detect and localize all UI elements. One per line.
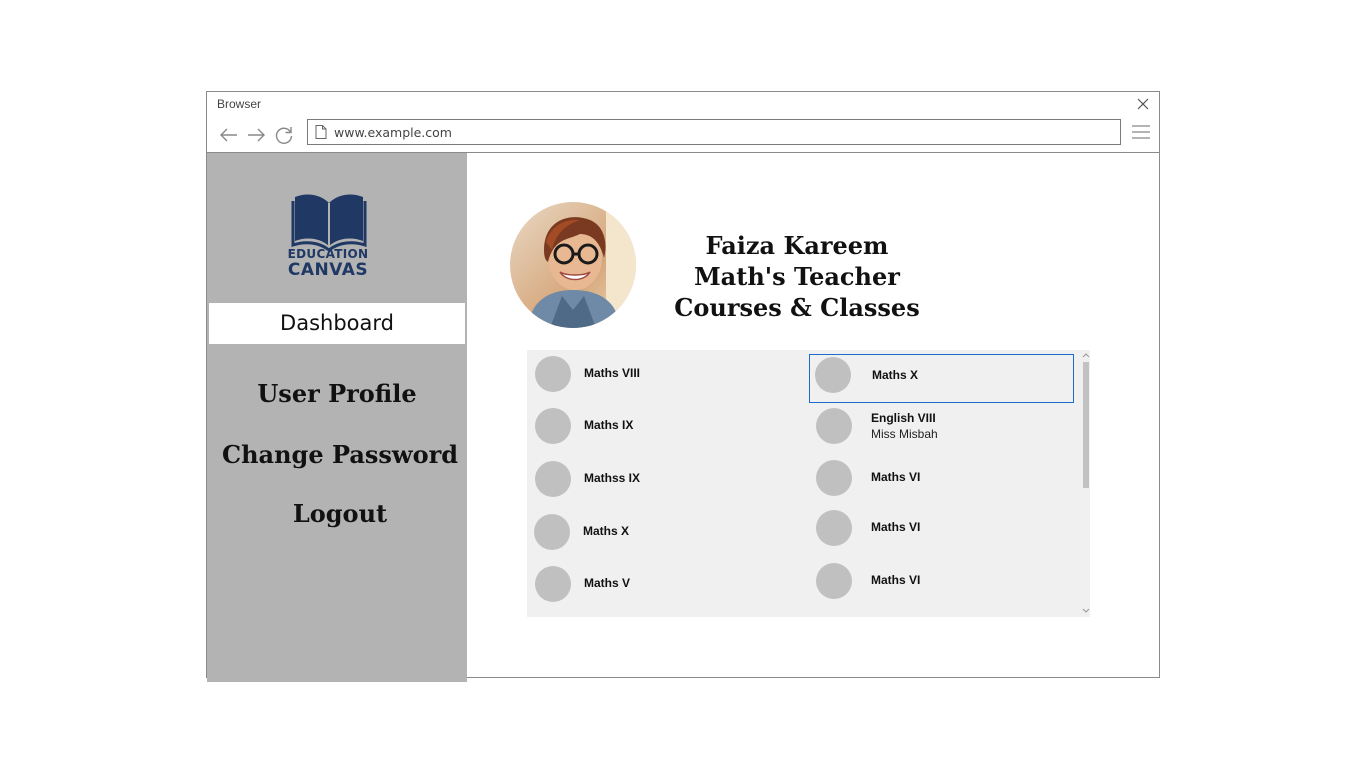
- section-title: Courses & Classes: [674, 293, 920, 322]
- close-icon[interactable]: [1135, 96, 1151, 112]
- course-avatar: [816, 563, 852, 599]
- course-name: Maths VIII: [584, 366, 641, 380]
- teacher-role: Math's Teacher: [694, 262, 900, 291]
- course-item[interactable]: Maths VI: [810, 454, 1072, 502]
- course-avatar: [534, 514, 570, 550]
- hamburger-menu-icon[interactable]: [1131, 123, 1151, 141]
- course-item[interactable]: Mathss IX: [529, 455, 791, 503]
- course-avatar: [535, 566, 571, 602]
- course-name: Maths IX: [584, 418, 634, 432]
- browser-window: Browser www.example.com EDUCATION CANVAS…: [206, 91, 1160, 682]
- course-name: Maths V: [584, 576, 631, 590]
- course-avatar: [535, 356, 571, 392]
- teacher-name: Faiza Kareem: [705, 231, 889, 260]
- course-item[interactable]: Maths VI: [810, 504, 1072, 552]
- course-avatar: [816, 460, 852, 496]
- course-item[interactable]: Maths V: [529, 560, 791, 608]
- back-arrow-icon[interactable]: [218, 124, 240, 146]
- course-item[interactable]: Maths VI: [810, 557, 1072, 605]
- course-item-selected[interactable]: Maths X: [809, 354, 1074, 403]
- logo-text-education: EDUCATION: [287, 247, 369, 261]
- course-name: English VIII: [871, 411, 936, 425]
- scroll-thumb[interactable]: [1083, 362, 1089, 488]
- course-item[interactable]: English VIII Miss Misbah: [810, 402, 1072, 450]
- url-text: www.example.com: [334, 125, 452, 140]
- sidebar: EDUCATION CANVAS Dashboard User Profile …: [207, 153, 467, 682]
- address-bar[interactable]: www.example.com: [307, 119, 1121, 145]
- browser-toolbar: www.example.com: [207, 116, 1159, 153]
- scroll-up-arrow-icon[interactable]: [1082, 351, 1090, 359]
- course-list: Maths VIII Maths IX Mathss IX Maths X Ma…: [527, 350, 1090, 617]
- refresh-icon[interactable]: [273, 124, 295, 146]
- course-avatar: [816, 510, 852, 546]
- course-teacher: Miss Misbah: [871, 427, 938, 441]
- course-name: Maths VI: [871, 470, 921, 484]
- logo-text-canvas: CANVAS: [287, 260, 369, 280]
- course-name: Maths X: [872, 368, 919, 382]
- course-name: Maths VI: [871, 573, 921, 587]
- course-name: Maths X: [583, 524, 630, 538]
- teacher-avatar: [510, 202, 636, 328]
- course-avatar: [535, 461, 571, 497]
- course-avatar: [815, 357, 851, 393]
- course-item[interactable]: Maths X: [528, 508, 790, 556]
- window-title: Browser: [217, 97, 262, 111]
- course-item[interactable]: Maths IX: [529, 402, 791, 450]
- course-name: Mathss IX: [584, 471, 641, 485]
- course-avatar: [816, 408, 852, 444]
- title-bar: Browser: [207, 92, 1159, 116]
- user-profile-link[interactable]: User Profile: [207, 379, 467, 408]
- profile-header: Faiza Kareem Math's Teacher Courses & Cl…: [647, 230, 947, 323]
- course-item[interactable]: Maths VIII: [529, 350, 791, 398]
- dashboard-button[interactable]: Dashboard: [209, 303, 465, 344]
- course-name: Maths VI: [871, 520, 921, 534]
- forward-arrow-icon[interactable]: [245, 124, 267, 146]
- course-list-scrollbar[interactable]: [1081, 350, 1090, 617]
- logout-link[interactable]: Logout: [210, 499, 470, 528]
- scroll-down-arrow-icon[interactable]: [1082, 607, 1090, 615]
- change-password-link[interactable]: Change Password: [210, 440, 470, 469]
- page-icon: [315, 125, 327, 139]
- course-avatar: [535, 408, 571, 444]
